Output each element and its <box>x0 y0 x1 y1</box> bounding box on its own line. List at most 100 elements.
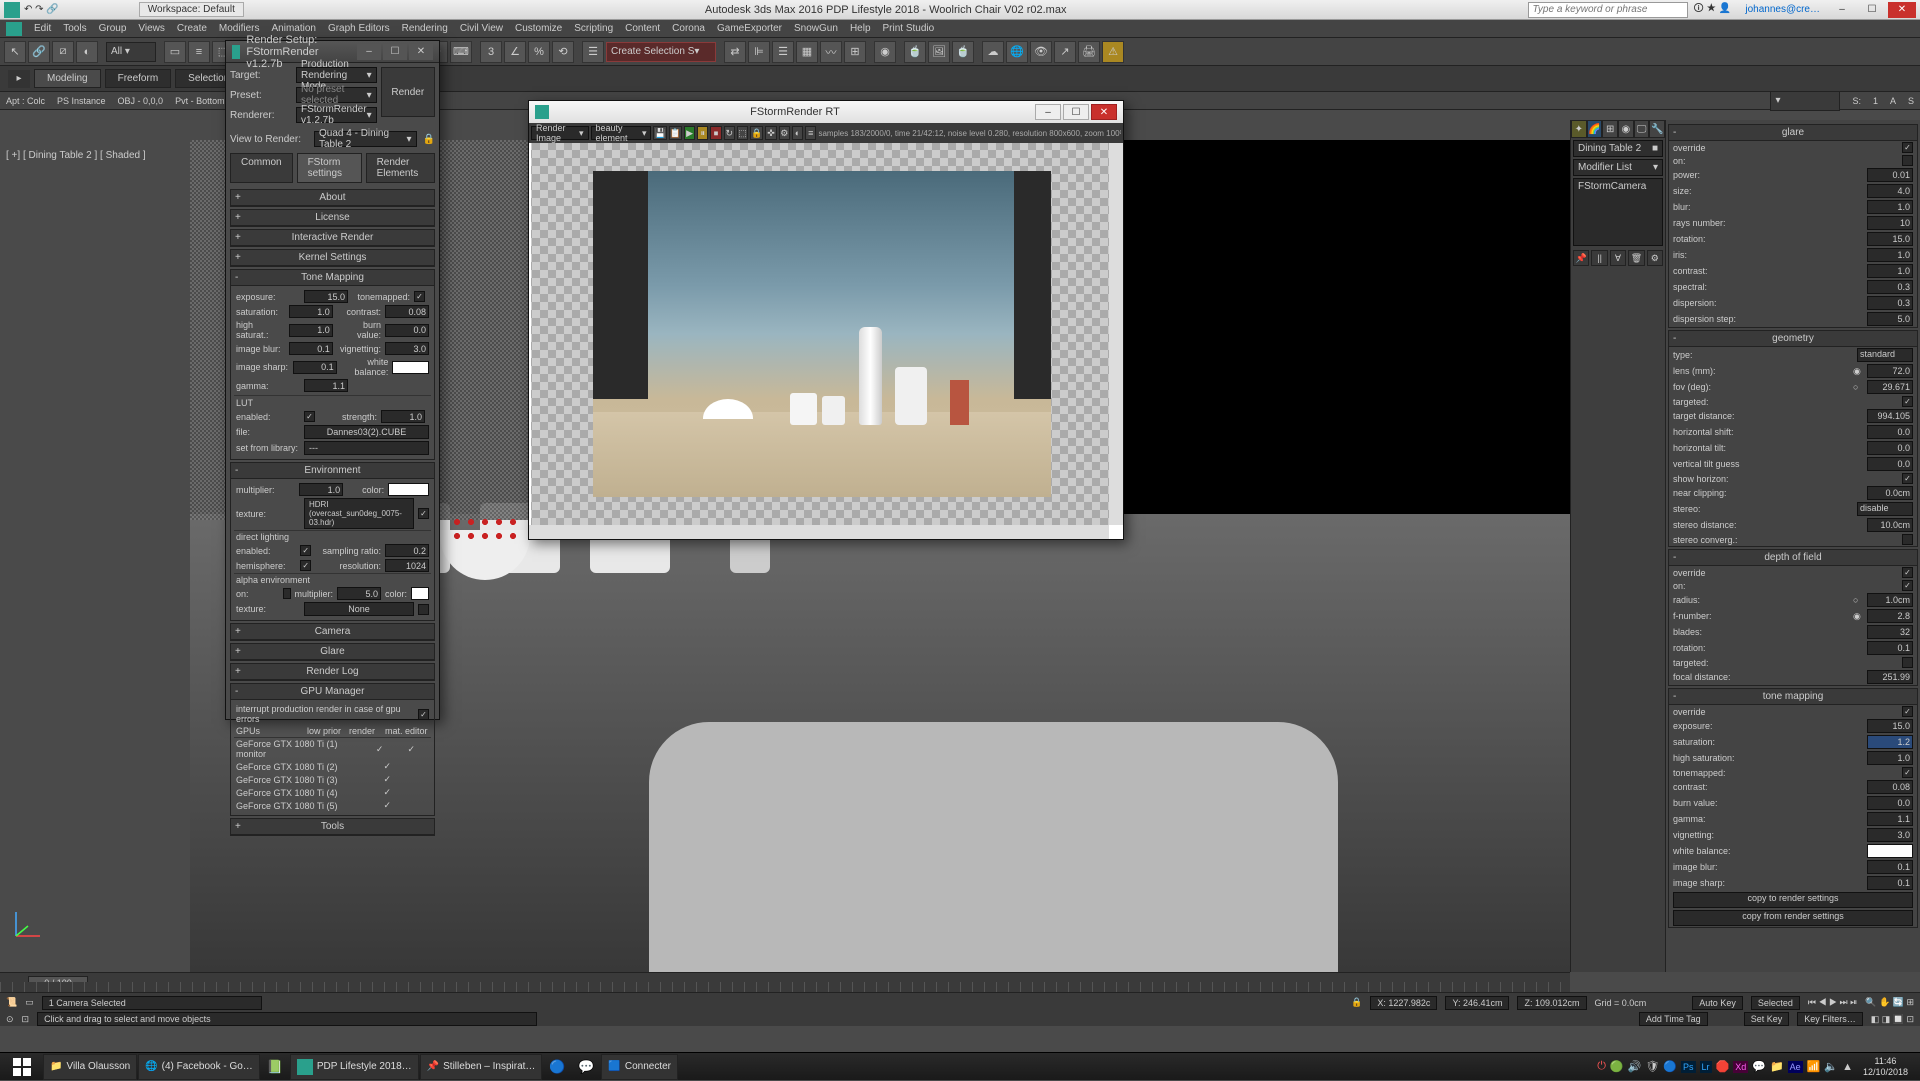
env-samp-i[interactable] <box>385 544 429 557</box>
glare-override-check[interactable]: ✓ <box>1902 142 1913 153</box>
rollout-dof-header[interactable]: depth of field <box>1669 550 1917 566</box>
geo-nearclip-input[interactable] <box>1867 486 1913 500</box>
tray-discord-icon[interactable]: 💬 <box>1752 1060 1766 1073</box>
snap-s[interactable]: S <box>1908 96 1914 106</box>
close-button[interactable]: ✕ <box>1888 2 1916 18</box>
tray-network-icon[interactable]: 📶 <box>1807 1060 1821 1073</box>
glare-spectral-input[interactable] <box>1867 280 1913 294</box>
env-res-i[interactable] <box>385 559 429 572</box>
taskbar-clock[interactable]: 11:46 12/10/2018 <box>1857 1056 1914 1078</box>
glare-power-input[interactable] <box>1867 168 1913 182</box>
ribbon-tab-freeform[interactable]: Freeform <box>105 69 172 88</box>
env-tex-btn[interactable]: HDRI (overcast_sun0deg_0075-03.hdr) <box>304 498 414 529</box>
geo-showh-check[interactable]: ✓ <box>1902 473 1913 484</box>
render-setup-icon[interactable]: 🍵 <box>904 41 926 63</box>
tm-imageblur-input[interactable] <box>1867 860 1913 874</box>
setkey-button[interactable]: Set Key <box>1744 1012 1790 1026</box>
lock-selection-icon[interactable]: 🔒 <box>1351 997 1362 1008</box>
rs-rollout-gpumanager[interactable]: GPU Manager <box>231 684 434 700</box>
rs-tab-elements[interactable]: Render Elements <box>366 153 435 183</box>
rs-rollout-glare[interactable]: Glare <box>231 644 434 660</box>
taskbar-item[interactable]: PDP Lifestyle 2018… <box>290 1054 419 1080</box>
tm-burn-input[interactable] <box>1867 796 1913 810</box>
rs-target-dd[interactable]: Production Rendering Mode▾ <box>296 67 377 83</box>
rs-lut-strength-i[interactable] <box>381 410 425 423</box>
tray-icon[interactable]: 🔊 <box>1628 1060 1642 1073</box>
share-view-icon[interactable]: ↗ <box>1054 41 1076 63</box>
taskbar-item[interactable]: 📗 <box>261 1054 289 1080</box>
menu-animation[interactable]: Animation <box>271 23 315 34</box>
gpu-r-1[interactable]: ✓ <box>383 761 391 772</box>
tm-override-check[interactable]: ✓ <box>1902 706 1913 717</box>
keyboard-shortcut-icon[interactable]: ⌨ <box>450 41 472 63</box>
env-acolor-swatch[interactable] <box>411 587 429 600</box>
gpu-interrupt-c[interactable]: ✓ <box>418 709 429 720</box>
rollout-tonemapping-header[interactable]: tone mapping <box>1669 689 1917 705</box>
render-dlg-maximize[interactable]: ☐ <box>383 44 407 60</box>
modifier-list-dd[interactable]: Modifier List▾ <box>1573 159 1663 176</box>
dof-radius-input[interactable] <box>1867 593 1913 607</box>
nav-controls-2[interactable]: ◧ ◨ 🔲 ⊡ <box>1871 1014 1914 1025</box>
snap-toggle-icon[interactable]: 3 <box>480 41 502 63</box>
render-dlg-minimize[interactable]: – <box>357 44 381 60</box>
rs-rollout-tools[interactable]: Tools <box>231 819 434 835</box>
rt-scrollbar-vertical[interactable] <box>1109 143 1123 525</box>
named-sel-icon[interactable]: ☰ <box>582 41 604 63</box>
tab-utilities-icon[interactable]: 🔧 <box>1649 120 1665 138</box>
env-aon-c[interactable] <box>283 588 291 599</box>
menu-gameexporter[interactable]: GameExporter <box>717 23 782 34</box>
glare-contrast-input[interactable] <box>1867 264 1913 278</box>
env-atex-btn[interactable]: None <box>304 602 414 616</box>
rs-tm-wb-swatch[interactable] <box>392 361 429 374</box>
minimize-button[interactable]: – <box>1828 2 1856 18</box>
rt-picker-icon[interactable]: ✜ <box>765 126 776 140</box>
rt-settings-icon[interactable]: ⚙ <box>779 126 790 140</box>
dof-rotation-input[interactable] <box>1867 641 1913 655</box>
isolate-icon[interactable]: ⊙ <box>6 1014 14 1025</box>
rt-element-dd[interactable]: beauty element ▾ <box>591 126 652 140</box>
select-name-icon[interactable]: ≡ <box>188 41 210 63</box>
dof-override-check[interactable]: ✓ <box>1902 567 1913 578</box>
print-studio-icon[interactable]: 🖨 <box>1078 41 1100 63</box>
render-production-icon[interactable]: 🍵 <box>952 41 974 63</box>
geo-targeted-check[interactable]: ✓ <box>1902 396 1913 407</box>
dof-targeted-check[interactable] <box>1902 657 1913 668</box>
rs-rollout-interactive[interactable]: Interactive Render <box>231 230 434 246</box>
menu-grapheditors[interactable]: Graph Editors <box>328 23 390 34</box>
rs-tm-tonemapped-c[interactable]: ✓ <box>414 291 425 302</box>
env-color-swatch[interactable] <box>388 483 429 496</box>
signed-in-user[interactable]: johannes@cre… <box>1745 4 1820 15</box>
rs-tm-highsat-i[interactable] <box>289 324 333 337</box>
rs-rollout-license[interactable]: License <box>231 210 434 226</box>
glare-rays-input[interactable] <box>1867 216 1913 230</box>
status-y[interactable]: Y: 246.41cm <box>1445 996 1509 1010</box>
glare-blur-input[interactable] <box>1867 200 1913 214</box>
autodesk360-icon[interactable]: ☁ <box>982 41 1004 63</box>
env-enabled-c[interactable]: ✓ <box>300 545 311 556</box>
menu-group[interactable]: Group <box>99 23 127 34</box>
rt-copy-icon[interactable]: 📋 <box>669 126 682 140</box>
rt-minimize-button[interactable]: – <box>1035 104 1061 120</box>
dof-blades-input[interactable] <box>1867 625 1913 639</box>
script-btn[interactable]: PS Instance <box>57 96 106 106</box>
render-dlg-close[interactable]: ✕ <box>409 44 433 60</box>
taskbar-item[interactable]: 💬 <box>572 1054 600 1080</box>
tm-gamma-input[interactable] <box>1867 812 1913 826</box>
geo-tdist-input[interactable] <box>1867 409 1913 423</box>
glare-iris-input[interactable] <box>1867 248 1913 262</box>
taskbar-item[interactable]: 📁Villa Olausson <box>43 1054 137 1080</box>
geo-hshift-input[interactable] <box>1867 425 1913 439</box>
time-tag-button[interactable]: Add Time Tag <box>1639 1012 1708 1026</box>
tray-icon[interactable]: 📁 <box>1770 1060 1784 1073</box>
play-controls[interactable]: ⏮ ◀ ▶ ⏭ ⏯ <box>1808 997 1857 1008</box>
rs-rollout-environment[interactable]: Environment <box>231 463 434 479</box>
dof-fnum-input[interactable] <box>1867 609 1913 623</box>
rendered-frame-icon[interactable]: 🖼 <box>928 41 950 63</box>
angle-snap-icon[interactable]: ∠ <box>504 41 526 63</box>
rollout-glare-header[interactable]: glare <box>1669 125 1917 141</box>
rt-canvas[interactable] <box>531 143 1109 525</box>
rt-pause-icon[interactable]: ⏸ <box>697 126 708 140</box>
align-icon[interactable]: ⊫ <box>748 41 770 63</box>
rt-refresh-icon[interactable]: ↻ <box>724 126 735 140</box>
unlink-icon[interactable]: ⧄ <box>52 41 74 63</box>
